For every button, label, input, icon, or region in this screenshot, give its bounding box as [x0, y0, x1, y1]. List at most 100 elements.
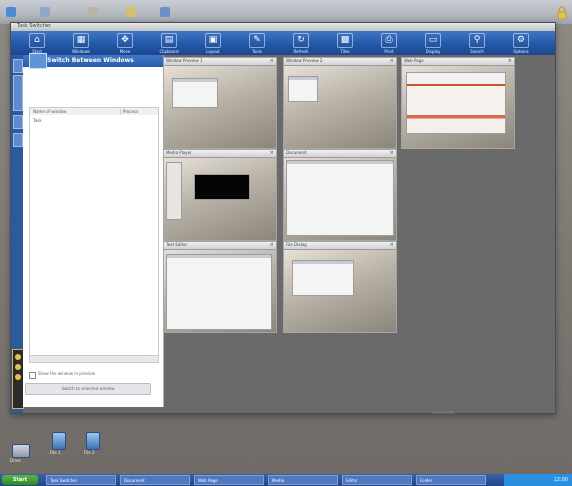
- toolbar-button-7[interactable]: ▩ Tiles: [327, 32, 363, 54]
- close-icon[interactable]: ×: [390, 242, 394, 249]
- window-thumbnail[interactable]: Window Preview 2 ×: [283, 57, 397, 149]
- thumbnail-title: Text Editor: [166, 242, 188, 247]
- app-icon[interactable]: [40, 7, 50, 17]
- preview-window: [406, 72, 506, 134]
- app-icon[interactable]: [88, 7, 98, 17]
- options-icon: ⚙: [513, 33, 529, 48]
- thumbnail-title: File Dialog: [286, 242, 307, 247]
- preview-window: [288, 76, 318, 102]
- toolbar-button-4[interactable]: ▣ Layout: [195, 32, 231, 54]
- display-icon: ▭: [425, 33, 441, 48]
- thumbnail-title: Window Preview 2: [286, 58, 323, 63]
- vertical-toolbar: [11, 55, 24, 413]
- move-icon: ✥: [117, 33, 133, 48]
- window-thumbnail[interactable]: File Dialog ×: [283, 241, 397, 333]
- window-title: Task Switcher: [17, 23, 52, 29]
- thumbnail-title-bar: Web Page ×: [402, 58, 514, 66]
- file-icon[interactable]: [86, 432, 100, 450]
- preview-checkbox[interactable]: [29, 372, 36, 379]
- toolbar-button-label: Display: [425, 49, 441, 54]
- toolbar-button-8[interactable]: ⎙ Print: [371, 32, 407, 54]
- preview-window: [292, 260, 354, 296]
- thumbnail-preview: [284, 66, 396, 148]
- app-icon[interactable]: [6, 7, 16, 17]
- layout-icon: ▣: [205, 33, 221, 48]
- thumbnail-preview: [284, 250, 396, 332]
- window-thumbnail[interactable]: Window Preview 1 ×: [163, 57, 277, 149]
- start-button[interactable]: Start: [2, 475, 38, 485]
- close-icon[interactable]: ×: [390, 150, 394, 157]
- toolbar-button-2[interactable]: ✥ Move: [107, 32, 143, 54]
- close-icon[interactable]: ×: [390, 58, 394, 65]
- toolbar-button-1[interactable]: ▦ Windows: [63, 32, 99, 54]
- clipboard-icon: ▤: [161, 33, 177, 48]
- close-icon[interactable]: ×: [270, 242, 274, 249]
- desktop-icon-label: File 1: [50, 450, 61, 455]
- taskbar-item[interactable]: Document: [120, 475, 190, 485]
- preview-option[interactable]: Show the window in preview: [29, 371, 157, 379]
- toolbar-button-3[interactable]: ▤ Clipboard: [151, 32, 187, 54]
- window-thumbnail[interactable]: Web Page ×: [401, 57, 515, 149]
- toolbar-button-0[interactable]: ⌂ Start: [19, 32, 55, 54]
- toolbar: ⌂ Start ▦ Windows ✥ Move ▤ Clipboard ▣ Layout ✎ Too…: [11, 31, 555, 55]
- panel-header: Switch Between Windows: [23, 53, 163, 69]
- thumbnail-title-bar: Window Preview 2 ×: [284, 58, 396, 66]
- close-icon[interactable]: ×: [508, 58, 512, 65]
- side-button[interactable]: [13, 115, 23, 129]
- thumbnail-title: Window Preview 1: [166, 58, 203, 63]
- main-window: Task Switcher ⌂ Start ▦ Windows ✥ Move ▤ Clipbo…: [10, 22, 556, 414]
- preview-checkbox-label: Show the window in preview: [38, 371, 96, 376]
- refresh-icon: ↻: [293, 33, 309, 48]
- side-button[interactable]: [13, 75, 23, 111]
- window-list[interactable]: Task: [29, 115, 159, 356]
- thumbnail-preview: [164, 250, 276, 332]
- taskbar-item[interactable]: Web Page: [194, 475, 264, 485]
- thumbnail-title-bar: Text Editor ×: [164, 242, 276, 250]
- watermark-text: screenshot: [432, 410, 454, 415]
- drive-icon[interactable]: [12, 444, 30, 458]
- toolbar-button-5[interactable]: ✎ Tools: [239, 32, 275, 54]
- toolbar-button-label: Refresh: [293, 49, 309, 54]
- toolbar-button-label: Print: [384, 49, 394, 54]
- panel-title: Switch Between Windows: [47, 57, 134, 64]
- taskbar-item[interactable]: Task Switcher: [46, 475, 116, 485]
- thumbnail-preview: [164, 158, 276, 240]
- window-title-bar[interactable]: Task Switcher: [11, 23, 555, 31]
- toolbar-button-10[interactable]: ⚲ Search: [459, 32, 495, 54]
- column-name[interactable]: Name of window: [33, 109, 66, 114]
- preview-window: [172, 78, 218, 108]
- toolbar-button-label: Clipboard: [159, 49, 179, 54]
- toolbar-button-label: Move: [119, 49, 131, 54]
- thumbnail-title-bar: File Dialog ×: [284, 242, 396, 250]
- side-button[interactable]: [13, 133, 23, 147]
- thumbnail-preview: [402, 66, 514, 148]
- thumbnail-title: Media Player: [166, 150, 192, 155]
- side-button[interactable]: [13, 59, 23, 73]
- horizontal-scrollbar[interactable]: [29, 355, 159, 363]
- app-icon[interactable]: [160, 7, 170, 17]
- app-icon[interactable]: [126, 7, 136, 17]
- thumbnail-preview: [284, 158, 396, 240]
- list-item[interactable]: Task: [33, 118, 42, 123]
- toolbar-button-9[interactable]: ▭ Display: [415, 32, 451, 54]
- file-icon[interactable]: [52, 432, 66, 450]
- window-thumbnail[interactable]: Media Player ×: [163, 149, 277, 241]
- toolbar-button-6[interactable]: ↻ Refresh: [283, 32, 319, 54]
- close-icon[interactable]: ×: [270, 58, 274, 65]
- toolbar-button-11[interactable]: ⚙ Options: [503, 32, 539, 54]
- taskbar-item[interactable]: Media: [268, 475, 338, 485]
- lock-icon: [557, 6, 567, 20]
- taskbar-item[interactable]: Editor: [342, 475, 412, 485]
- column-process[interactable]: Process: [120, 109, 138, 114]
- thumbnail-title-bar: Document ×: [284, 150, 396, 158]
- thumbnail-title: Document: [286, 150, 307, 155]
- preview-window: [194, 174, 250, 200]
- taskbar-item[interactable]: Folder: [416, 475, 486, 485]
- window-thumbnail[interactable]: Text Editor ×: [163, 241, 277, 333]
- window-thumbnail[interactable]: Document ×: [283, 149, 397, 241]
- thumbnail-preview: [164, 66, 276, 148]
- clock: 12:00: [553, 477, 568, 483]
- switch-window-button[interactable]: Switch to selected window: [25, 383, 151, 395]
- close-icon[interactable]: ×: [270, 150, 274, 157]
- window-icon: [29, 53, 47, 69]
